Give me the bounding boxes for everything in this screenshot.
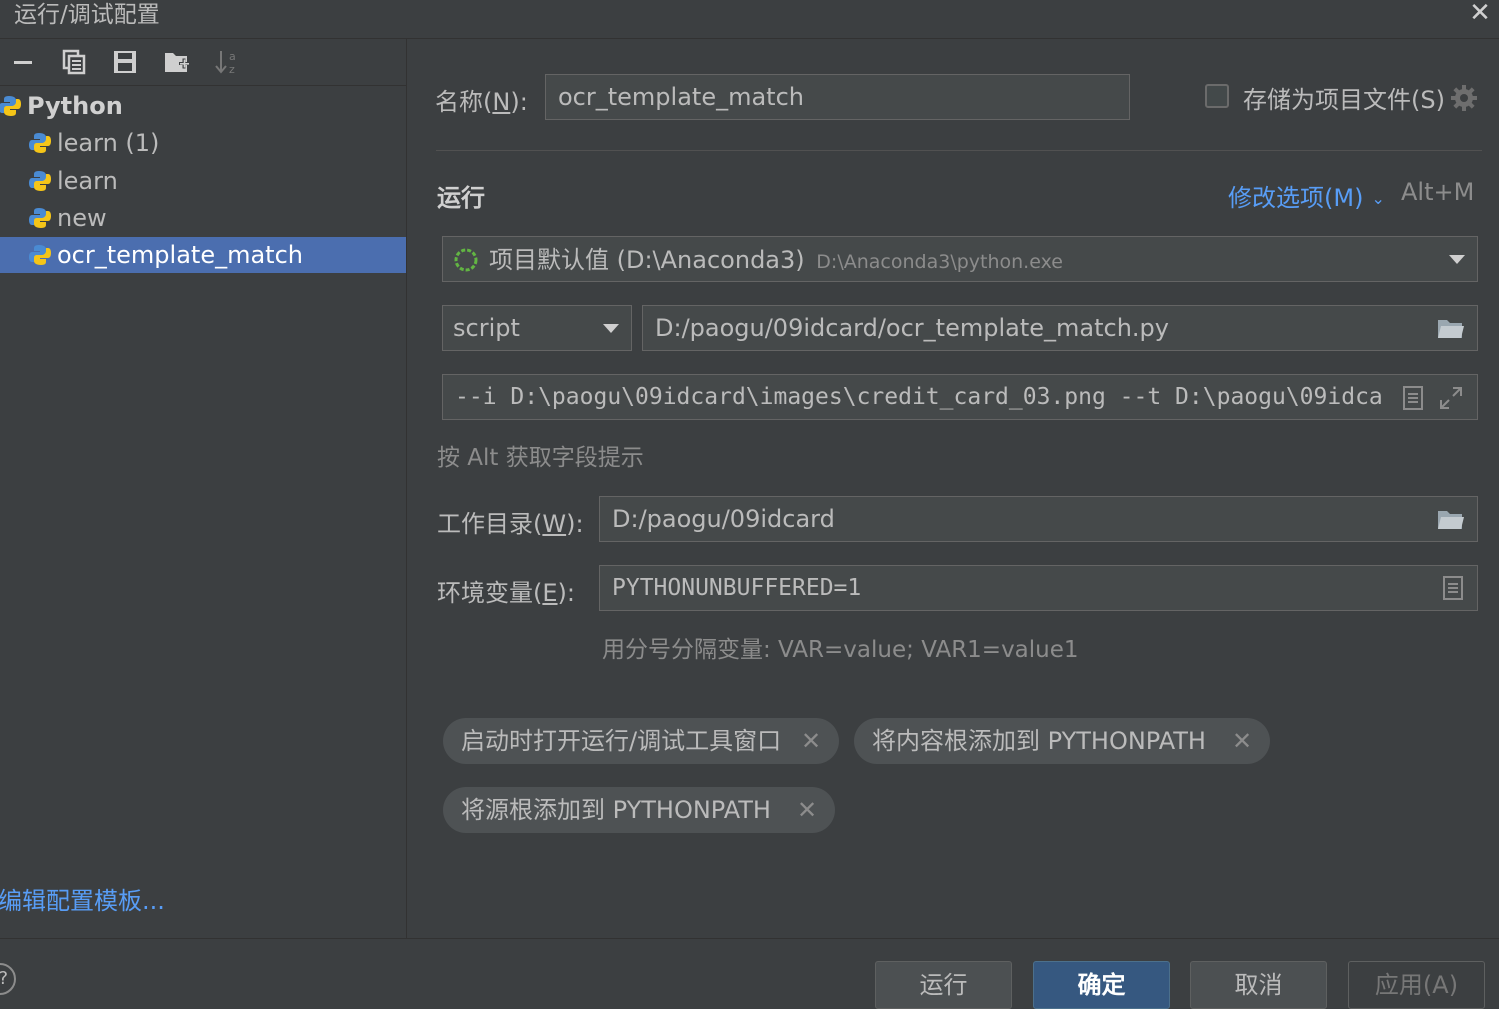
- name-input[interactable]: ocr_template_match: [545, 74, 1130, 120]
- window-title: 运行/调试配置: [14, 2, 160, 28]
- tree-item-label: ocr_template_match: [57, 241, 303, 269]
- tree-item-new[interactable]: new: [0, 200, 406, 236]
- remove-tag-icon[interactable]: ✕: [801, 718, 821, 764]
- run-section-title: 运行: [437, 184, 485, 212]
- env-hint: 用分号分隔变量: VAR=value; VAR1=value1: [602, 637, 1079, 663]
- run-button[interactable]: 运行: [875, 961, 1012, 1009]
- workdir-input[interactable]: D:/paogu/09idcard: [599, 496, 1478, 542]
- workdir-label: 工作目录(W):: [437, 510, 584, 538]
- parameters-input[interactable]: --i D:\paogu\09idcard\images\credit_card…: [442, 374, 1478, 420]
- modify-options-link[interactable]: 修改选项(M) ⌄: [1228, 178, 1385, 213]
- close-icon[interactable]: ✕: [1465, 0, 1495, 28]
- tag-open-tool-window: 启动时打开运行/调试工具窗口 ✕: [443, 718, 839, 764]
- remove-tag-icon[interactable]: ✕: [1232, 718, 1252, 764]
- tree-item-label: learn: [57, 167, 118, 195]
- python-icon: [29, 133, 51, 153]
- python-icon: [29, 208, 51, 228]
- script-path-input[interactable]: D:/paogu/09idcard/ocr_template_match.py: [642, 305, 1478, 351]
- new-folder-icon[interactable]: [162, 47, 192, 77]
- svg-text:a: a: [229, 50, 236, 63]
- apply-button[interactable]: 应用(A): [1348, 961, 1485, 1009]
- edit-templates-link[interactable]: 编辑配置模板...: [0, 881, 165, 916]
- ok-button[interactable]: 确定: [1033, 961, 1170, 1009]
- folder-icon[interactable]: [1437, 508, 1465, 530]
- tree-item-learn[interactable]: learn: [0, 163, 406, 199]
- sort-icon[interactable]: az: [212, 47, 242, 77]
- env-vars-input[interactable]: PYTHONUNBUFFERED=1: [599, 565, 1478, 611]
- tree-item-label: new: [57, 204, 107, 232]
- loading-icon: [454, 248, 478, 272]
- tree-group-label: Python: [27, 92, 123, 120]
- tag-add-content-roots: 将内容根添加到 PYTHONPATH ✕: [854, 718, 1270, 764]
- tag-add-source-roots: 将源根添加到 PYTHONPATH ✕: [443, 787, 835, 833]
- interpreter-path: D:\Anaconda3\python.exe: [816, 251, 1063, 273]
- minus-icon[interactable]: [8, 47, 38, 77]
- interpreter-select[interactable]: 项目默认值 (D:\Anaconda3) D:\Anaconda3\python…: [442, 236, 1478, 282]
- modify-options-shortcut: Alt+M: [1401, 178, 1475, 206]
- tree-item-label: learn (1): [57, 129, 160, 157]
- interpreter-name: 项目默认值 (D:\Anaconda3): [489, 246, 805, 274]
- dropdown-arrow-icon: [1449, 255, 1465, 264]
- separator: [436, 150, 1482, 151]
- help-icon[interactable]: ?: [0, 963, 16, 995]
- python-icon: [0, 96, 21, 116]
- button-bar: ? 运行 确定 取消 应用(A): [0, 938, 1499, 1009]
- copy-icon[interactable]: [59, 47, 89, 77]
- gear-icon[interactable]: [1450, 84, 1478, 112]
- remove-tag-icon[interactable]: ✕: [797, 787, 817, 833]
- python-icon: [29, 245, 51, 265]
- tree-item-learn-1[interactable]: learn (1): [0, 125, 406, 161]
- expand-icon[interactable]: [1439, 386, 1463, 410]
- store-as-project-file-label: 存储为项目文件(S): [1243, 86, 1445, 114]
- env-label: 环境变量(E):: [437, 579, 575, 607]
- chevron-down-icon: ⌄: [1371, 189, 1385, 208]
- name-label: 名称(N):: [435, 88, 528, 116]
- parameters-hint: 按 Alt 获取字段提示: [437, 445, 644, 471]
- save-icon[interactable]: [110, 47, 140, 77]
- configurations-panel: az Python learn (1) learn new ocr_templa…: [0, 39, 407, 938]
- script-type-select[interactable]: script: [442, 305, 632, 351]
- svg-text:z: z: [229, 63, 235, 76]
- title-bar: 运行/调试配置 ✕: [0, 0, 1499, 39]
- dropdown-arrow-icon: [603, 324, 619, 333]
- tree-group-python[interactable]: Python: [0, 88, 406, 124]
- configurations-toolbar: az: [0, 39, 406, 86]
- cancel-button[interactable]: 取消: [1190, 961, 1327, 1009]
- tree-item-ocr-template-match[interactable]: ocr_template_match: [0, 237, 406, 273]
- python-icon: [29, 171, 51, 191]
- store-as-project-file-checkbox[interactable]: [1205, 84, 1229, 108]
- document-icon[interactable]: [1403, 386, 1423, 410]
- folder-icon[interactable]: [1437, 317, 1465, 339]
- document-icon[interactable]: [1443, 576, 1463, 600]
